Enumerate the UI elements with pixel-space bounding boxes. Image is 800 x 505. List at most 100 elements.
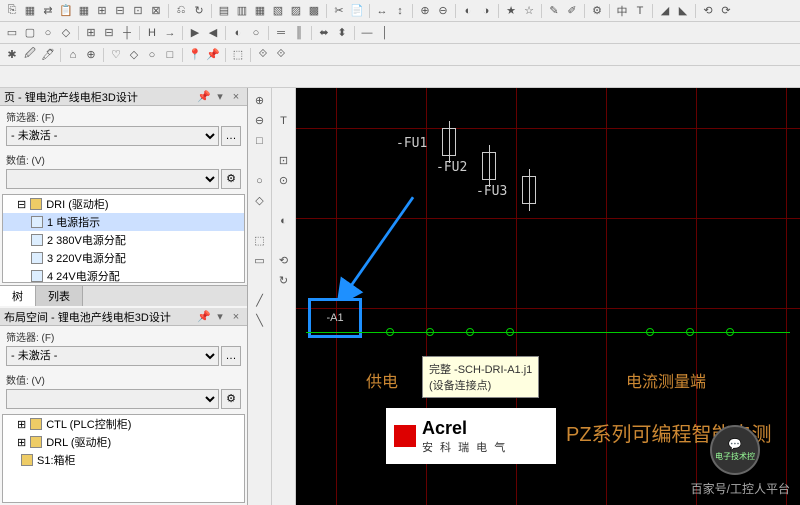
toolbar-icon[interactable]: 🖊 [40, 47, 56, 63]
toolbar-icon[interactable]: → [162, 25, 178, 41]
tree-item[interactable]: 2 380V电源分配 [3, 231, 244, 249]
toolbar-icon[interactable]: ◢ [657, 3, 673, 19]
toolbar-icon[interactable]: ⊠ [148, 3, 164, 19]
toolbar-icon[interactable]: ⬌ [316, 25, 332, 41]
toolbar-icon[interactable]: 🖉 [22, 47, 38, 63]
vtoolbar-icon[interactable]: ╱ [251, 292, 269, 310]
vtoolbar-icon[interactable]: ↻ [275, 272, 293, 290]
panel1-close-icon[interactable]: × [229, 90, 243, 104]
panel2-tree[interactable]: ⊞ CTL (PLC控制柜)⊞ DRL (驱动柜) S1:箱柜 [2, 414, 245, 503]
toolbar-icon[interactable]: ⟲ [700, 3, 716, 19]
toolbar-icon[interactable]: ⬍ [334, 25, 350, 41]
toolbar-icon[interactable]: ▥ [234, 3, 250, 19]
tree-item[interactable]: ⊞ CTL (PLC控制柜) [3, 415, 244, 433]
toolbar-icon[interactable]: ⊡ [130, 3, 146, 19]
toolbar-icon[interactable]: ⇄ [40, 3, 56, 19]
tree-item[interactable]: 3 220V电源分配 [3, 249, 244, 267]
vtoolbar-icon[interactable]: T [275, 112, 293, 130]
toolbar-icon[interactable]: ◇ [58, 25, 74, 41]
toolbar-icon[interactable]: ═ [273, 25, 289, 41]
vtoolbar-icon[interactable] [275, 192, 293, 210]
terminal[interactable] [426, 328, 434, 336]
vtoolbar-icon[interactable] [275, 92, 293, 110]
panel2-pin-icon[interactable]: 📌 [197, 310, 211, 324]
toolbar-icon[interactable]: ⎌ [173, 3, 189, 19]
toolbar-icon[interactable]: ⟐ [273, 47, 289, 63]
toolbar-icon[interactable]: ⊟ [101, 25, 117, 41]
terminal[interactable] [646, 328, 654, 336]
terminal[interactable] [686, 328, 694, 336]
toolbar-icon[interactable]: 📄 [349, 3, 365, 19]
toolbar-icon[interactable]: ↻ [191, 3, 207, 19]
toolbar-icon[interactable]: 📋 [58, 3, 74, 19]
toolbar-icon[interactable]: 📌 [205, 47, 221, 63]
toolbar-icon[interactable]: ✂ [331, 3, 347, 19]
toolbar-icon[interactable]: ⟐ [255, 47, 271, 63]
toolbar-icon[interactable]: ▨ [288, 3, 304, 19]
toolbar-icon[interactable]: ⊕ [417, 3, 433, 19]
vtoolbar-icon[interactable]: ⬚ [251, 232, 269, 250]
fuse-1[interactable] [442, 128, 456, 156]
toolbar-icon[interactable]: ⊖ [435, 3, 451, 19]
vtoolbar-icon[interactable] [251, 152, 269, 170]
tree-item[interactable]: ⊞ DRL (驱动柜) [3, 433, 244, 451]
toolbar-icon[interactable]: ↔ [374, 3, 390, 19]
terminal[interactable] [386, 328, 394, 336]
vtoolbar-icon[interactable]: ◐ [275, 212, 293, 230]
panel2-value-btn[interactable]: ⚙ [221, 389, 241, 409]
terminal[interactable] [466, 328, 474, 336]
vtoolbar-icon[interactable]: ╲ [251, 312, 269, 330]
toolbar-icon[interactable]: ▤ [216, 3, 232, 19]
toolbar-icon[interactable]: H [144, 25, 160, 41]
toolbar-icon[interactable]: ▭ [4, 25, 20, 41]
toolbar-icon[interactable]: T [632, 3, 648, 19]
toolbar-icon[interactable]: │ [377, 25, 393, 41]
toolbar-icon[interactable]: ✎ [546, 3, 562, 19]
terminal[interactable] [506, 328, 514, 336]
tree-parent[interactable]: ⊟ DRI (驱动柜) [3, 195, 244, 213]
toolbar-icon[interactable]: ○ [144, 47, 160, 63]
panel1-value-select[interactable] [6, 169, 219, 189]
toolbar-icon[interactable]: ★ [503, 3, 519, 19]
vtoolbar-icon[interactable]: ⟲ [275, 252, 293, 270]
tab-tree[interactable]: 树 [0, 286, 36, 306]
toolbar-icon[interactable]: ↕ [392, 3, 408, 19]
vtoolbar-icon[interactable] [275, 232, 293, 250]
tree-item[interactable]: 1 电源指示 [3, 213, 244, 231]
vtoolbar-icon[interactable] [275, 132, 293, 150]
toolbar-icon[interactable]: ◐ [460, 3, 476, 19]
toolbar-icon[interactable]: ║ [291, 25, 307, 41]
fuse-2[interactable] [482, 152, 496, 180]
vtoolbar-icon[interactable]: ⊖ [251, 112, 269, 130]
toolbar-icon[interactable]: ⊕ [83, 47, 99, 63]
panel2-value-select[interactable] [6, 389, 219, 409]
toolbar-icon[interactable]: ▢ [22, 25, 38, 41]
toolbar-icon[interactable]: ⊞ [83, 25, 99, 41]
panel1-filter-select[interactable]: - 未激活 - [6, 126, 219, 146]
toolbar-icon[interactable]: ⬚ [230, 47, 246, 63]
panel1-tree[interactable]: ⊟ DRI (驱动柜) 1 电源指示 2 380V电源分配 3 220V电源分配… [2, 194, 245, 283]
fuse-3[interactable] [522, 176, 536, 204]
vtoolbar-icon[interactable]: ▭ [251, 252, 269, 270]
toolbar-icon[interactable]: ▦ [76, 3, 92, 19]
toolbar-icon[interactable]: ⊞ [94, 3, 110, 19]
toolbar-icon[interactable]: ⊟ [112, 3, 128, 19]
drawing-canvas[interactable]: -FU1 -FU2 -FU3 -A1 供电 电流测量端 完整 -SCH-DRI-… [296, 88, 800, 505]
vtoolbar-icon[interactable]: ◇ [251, 192, 269, 210]
vtoolbar-icon[interactable]: ⊙ [275, 172, 293, 190]
toolbar-icon[interactable]: □ [162, 47, 178, 63]
panel1-filter-btn[interactable]: … [221, 126, 241, 146]
toolbar-icon[interactable]: ◣ [675, 3, 691, 19]
toolbar-icon[interactable]: ○ [248, 25, 264, 41]
panel2-close-icon[interactable]: × [229, 310, 243, 324]
vtoolbar-icon[interactable]: ⊕ [251, 92, 269, 110]
panel2-menu-icon[interactable]: ▾ [213, 310, 227, 324]
toolbar-icon[interactable]: ⌂ [65, 47, 81, 63]
tree-item[interactable]: 4 24V电源分配 [3, 267, 244, 283]
panel2-filter-btn[interactable]: … [221, 346, 241, 366]
toolbar-icon[interactable]: ♡ [108, 47, 124, 63]
vtoolbar-icon[interactable]: □ [251, 132, 269, 150]
tab-list[interactable]: 列表 [36, 286, 83, 306]
toolbar-icon[interactable]: ⎘ [4, 3, 20, 19]
toolbar-icon[interactable]: ▶ [187, 25, 203, 41]
